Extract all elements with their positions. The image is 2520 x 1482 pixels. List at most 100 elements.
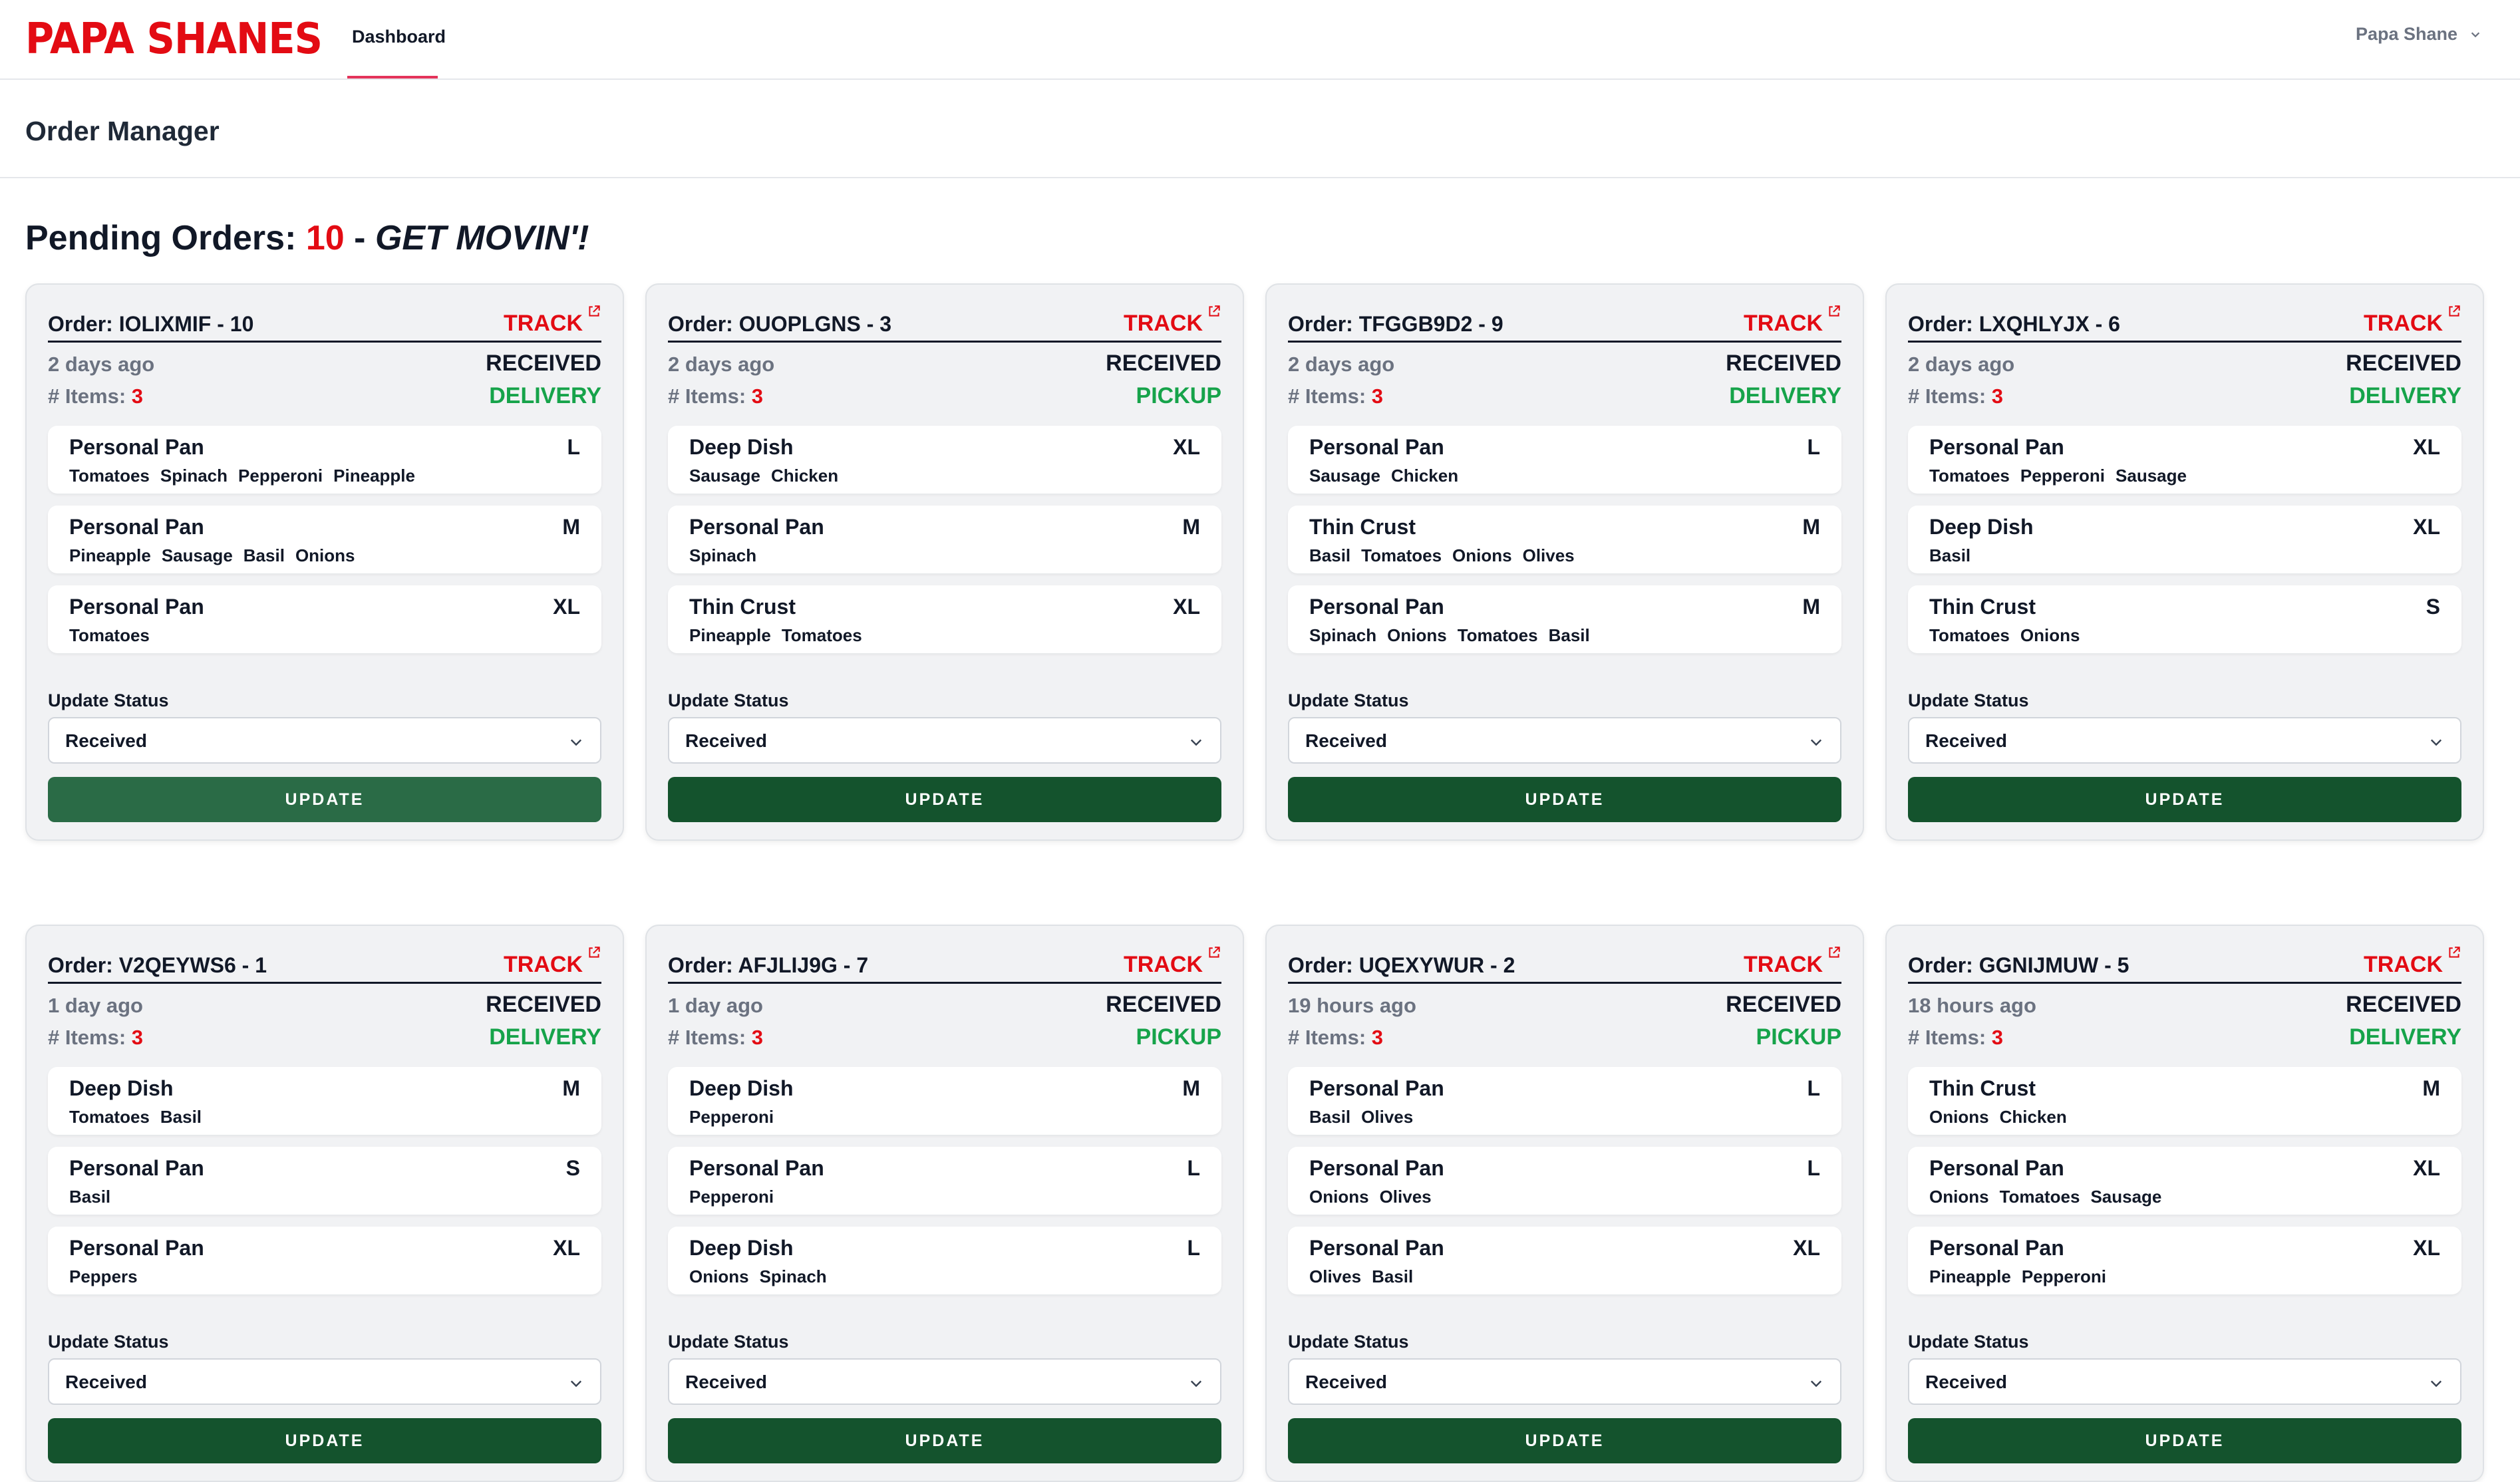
item-name: Personal Pan [69,1236,204,1260]
external-link-icon [1209,947,1220,958]
track-link[interactable]: TRACK [2364,947,2461,978]
topping: Basil [1309,1107,1351,1127]
status-select[interactable]: Received [668,1358,1221,1405]
order-item: Personal Pan M Spinach Onions Tomatoes Basi… [1288,585,1841,653]
order-item: Personal Pan S Basil [48,1147,601,1215]
status-select-value: Received [685,730,767,751]
topping: Sausage [1309,466,1380,486]
chevron-down-icon [570,1380,582,1388]
track-label: TRACK [1744,952,1823,977]
order-id: Order: AFJLIJ9G - 7 [668,953,869,977]
status-select[interactable]: Received [1908,1358,2461,1405]
item-size: XL [1793,1236,1820,1260]
external-link-icon [1209,305,1220,317]
topping: Sausage [161,545,233,565]
topping: Basil [69,1187,111,1207]
track-label: TRACK [2364,311,2443,336]
user-menu[interactable]: Papa Shane [2356,24,2481,45]
item-size: L [1187,1236,1200,1260]
track-link[interactable]: TRACK [1124,947,1221,978]
item-name: Personal Pan [69,435,204,459]
topping: Tomatoes [69,625,150,645]
update-button[interactable]: UPDATE [1908,777,2461,822]
item-size: XL [2413,1236,2440,1260]
external-link-icon [1829,305,1840,317]
track-link[interactable]: TRACK [2364,305,2461,337]
order-header: Order: UQEXYWUR - 2 TRACK [1288,945,1841,984]
topping: Basil [1548,625,1590,645]
track-link[interactable]: TRACK [1744,305,1841,337]
order-item: Personal Pan XL Onions Tomatoes Sausage [1908,1147,2461,1215]
order-mode: DELIVERY [2349,1024,2461,1050]
update-button[interactable]: UPDATE [48,777,601,822]
status-select-value: Received [65,730,147,751]
items-count: # Items: 3 [48,384,143,408]
items-count: # Items: 3 [1908,1026,2003,1050]
track-link[interactable]: TRACK [504,947,601,978]
track-link[interactable]: TRACK [1744,947,1841,978]
topping: Spinach [1309,625,1377,645]
order-item: Personal Pan L Pepperoni [668,1147,1221,1215]
topping: Onions [1929,1187,1989,1207]
status-select[interactable]: Received [1288,1358,1841,1405]
tab-dashboard[interactable]: Dashboard [351,0,447,78]
page-header: Order Manager [0,80,2520,178]
status-select-value: Received [685,1372,767,1392]
order-time: 2 days ago [1908,353,2015,376]
external-link-icon [1829,947,1840,958]
item-name: Deep Dish [689,435,794,459]
papa-shanes-logo[interactable]: PAPA SHANES [25,17,323,61]
item-size: XL [553,1236,580,1260]
item-size: M [1802,515,1820,539]
update-button[interactable]: UPDATE [668,1418,1221,1463]
status-select-value: Received [1305,1372,1387,1392]
order-item: Personal Pan XL Tomatoes Pepperoni Sausage [1908,426,2461,494]
status-select[interactable]: Received [48,1358,601,1405]
update-button[interactable]: UPDATE [1288,777,1841,822]
pending-orders-heading: Pending Orders: 10 - GET MOVIN'! [25,218,589,258]
item-name: Personal Pan [689,1156,824,1180]
item-size: XL [1173,595,1200,619]
item-toppings: Basil Olives [1309,1107,1413,1127]
order-card: Order: UQEXYWUR - 2 TRACK 19 hours ago R… [1265,925,1864,1482]
order-items-list: Personal Pan XL Tomatoes Pepperoni Sausage… [1908,426,2461,665]
status-select-value: Received [1305,730,1387,751]
item-size: M [1802,595,1820,619]
status-select[interactable]: Received [668,717,1221,764]
chevron-down-icon [1810,739,1822,746]
orders-grid: Order: IOLIXMIF - 10 TRACK 2 days ago RE… [25,283,2496,1482]
order-item: Deep Dish XL Basil [1908,506,2461,573]
update-button[interactable]: UPDATE [48,1418,601,1463]
status-select[interactable]: Received [48,717,601,764]
chevron-down-icon [570,739,582,746]
item-size: XL [1173,435,1200,459]
track-label: TRACK [2364,952,2443,977]
order-mode: PICKUP [1756,1024,1841,1050]
topping: Olives [1522,545,1575,565]
order-status: RECEIVED [1106,351,1221,376]
status-select[interactable]: Received [1288,717,1841,764]
topping: Tomatoes [1999,1187,2080,1207]
status-select[interactable]: Received [1908,717,2461,764]
item-toppings: Tomatoes Pepperoni Sausage [1929,466,2187,486]
pending-dash: - [354,219,366,257]
items-count-value: 3 [131,384,144,408]
update-button[interactable]: UPDATE [1288,1418,1841,1463]
pending-message: GET MOVIN'! [375,219,589,257]
items-prefix: # Items: [1908,384,1986,408]
topping: Onions [1929,1107,1989,1127]
update-button[interactable]: UPDATE [1908,1418,2461,1463]
topping: Pineapple [1929,1266,2011,1286]
item-size: M [1182,1076,1200,1100]
items-count: # Items: 3 [668,384,763,408]
item-size: M [562,515,580,539]
track-link[interactable]: TRACK [1124,305,1221,337]
track-link[interactable]: TRACK [504,305,601,337]
order-time: 2 days ago [1288,353,1395,376]
item-toppings: Pineapple Sausage Basil Onions [69,545,355,566]
update-button[interactable]: UPDATE [668,777,1221,822]
items-count-value: 3 [1371,384,1384,408]
topping: Onions [1387,625,1447,645]
chevron-down-icon [1190,1380,1202,1388]
topping: Chicken [1999,1107,2067,1127]
